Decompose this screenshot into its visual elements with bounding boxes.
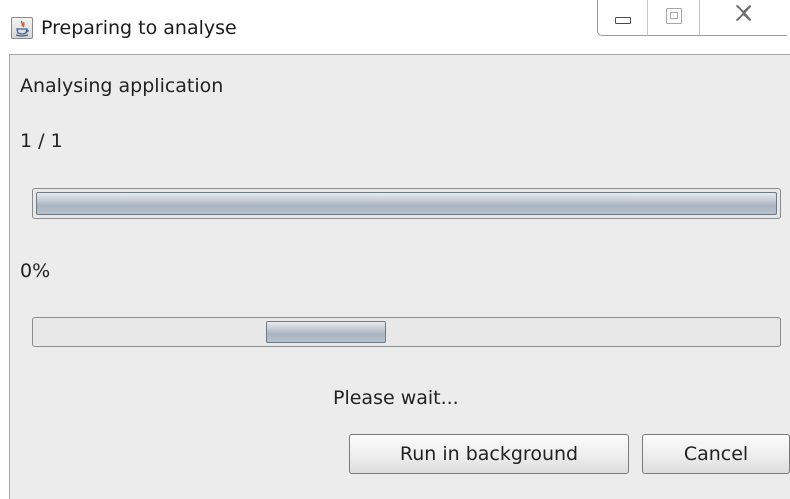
- java-icon: [11, 17, 33, 39]
- detail-progress-bar: [32, 317, 781, 347]
- close-button[interactable]: [699, 0, 787, 36]
- task-label: Analysing application: [20, 75, 224, 97]
- maximize-button[interactable]: [647, 0, 699, 36]
- cancel-button[interactable]: Cancel: [642, 434, 790, 474]
- window-title: Preparing to analyse: [41, 17, 237, 39]
- detail-progress-indicator: [266, 321, 386, 343]
- dialog-content: Analysing application 1 / 1 0% Please wa…: [9, 54, 790, 499]
- step-counter: 1 / 1: [20, 130, 63, 152]
- minimize-button[interactable]: [597, 0, 647, 36]
- close-icon: [736, 5, 751, 21]
- preparing-dialog-window: Preparing to analyse Analysing applicati…: [0, 0, 790, 499]
- maximize-icon: [666, 8, 682, 24]
- percent-label: 0%: [20, 260, 51, 282]
- overall-progress-bar: [32, 188, 781, 219]
- minimize-icon: [615, 17, 631, 24]
- title-bar[interactable]: Preparing to analyse: [0, 0, 790, 54]
- status-text: Please wait...: [333, 387, 459, 409]
- run-in-background-button[interactable]: Run in background: [349, 434, 629, 474]
- overall-progress-fill: [36, 192, 777, 215]
- caption-buttons: [597, 0, 787, 36]
